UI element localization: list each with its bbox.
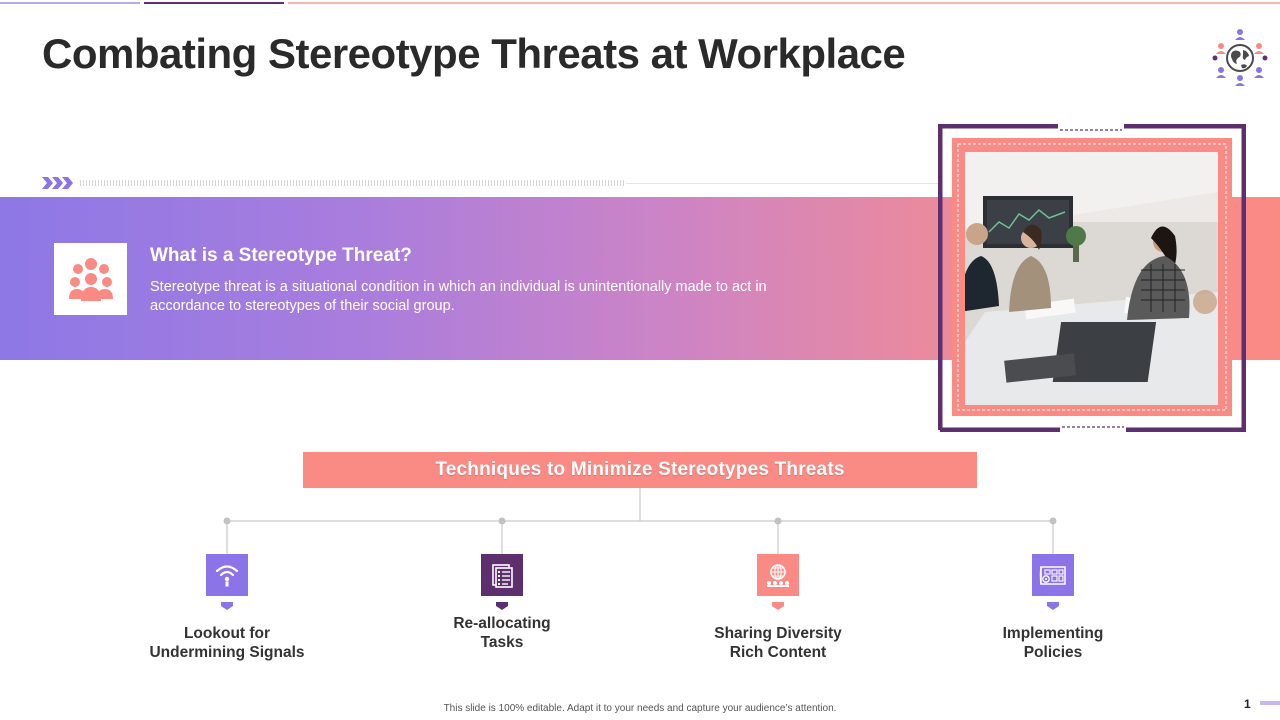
page-marker [1260, 701, 1280, 705]
techniques-heading: Techniques to Minimize Stereotypes Threa… [435, 459, 845, 480]
technique-4-label-line1: Implementing [1002, 625, 1104, 642]
technique-1-label-line2: Undermining Signals [149, 644, 305, 661]
technique-2-label-line1: Re-allocating [453, 615, 551, 632]
technique-1-label-line1: Lookout for [183, 625, 271, 642]
signal-icon [215, 565, 239, 587]
technique-3-label-line2: Rich Content [729, 644, 827, 661]
technique-2-icon-box [481, 554, 523, 596]
office-meeting-photo [965, 152, 1218, 405]
definition-text: Stereotype threat is a situational condi… [150, 279, 767, 314]
group-people-icon [68, 258, 113, 301]
task-list-icon [492, 564, 513, 588]
page-title: Combating Stereotype Threats at Workplac… [42, 30, 906, 77]
policy-blueprint-icon [1039, 566, 1066, 585]
definition-heading: What is a Stereotype Threat? [150, 245, 412, 266]
technique-2-tab [496, 602, 508, 610]
technique-1-icon-box [206, 554, 248, 596]
technique-1-label: Lookout for Undermining Signals [117, 624, 337, 662]
technique-4-tab [1047, 602, 1059, 610]
technique-3-tab [772, 602, 784, 610]
technique-3-label-line1: Sharing Diversity [714, 625, 842, 642]
page-number: 1 [1244, 697, 1251, 711]
globe-people-icon [1212, 29, 1268, 86]
technique-4-icon-box [1032, 554, 1074, 596]
footer-note: This slide is 100% editable. Adapt it to… [443, 703, 837, 714]
top-line-3 [288, 2, 1280, 4]
definition-icon-box [54, 243, 127, 315]
dashed-divider [80, 180, 626, 186]
top-line-1 [0, 2, 140, 4]
technique-2-label-line2: Tasks [480, 634, 524, 651]
technique-3-label: Sharing Diversity Rich Content [668, 624, 888, 662]
chevron-arrows-icon [42, 177, 73, 189]
thin-divider [626, 183, 940, 184]
technique-1-tab [221, 602, 233, 610]
technique-3-icon-box [757, 554, 799, 596]
technique-4-label-line2: Policies [1023, 644, 1083, 661]
technique-4-label: Implementing Policies [943, 624, 1163, 662]
top-line-2 [144, 2, 284, 4]
globe-network-icon [767, 564, 789, 587]
technique-2-label: Re-allocating Tasks [392, 614, 612, 652]
techniques-banner: Techniques to Minimize Stereotypes Threa… [303, 452, 977, 488]
